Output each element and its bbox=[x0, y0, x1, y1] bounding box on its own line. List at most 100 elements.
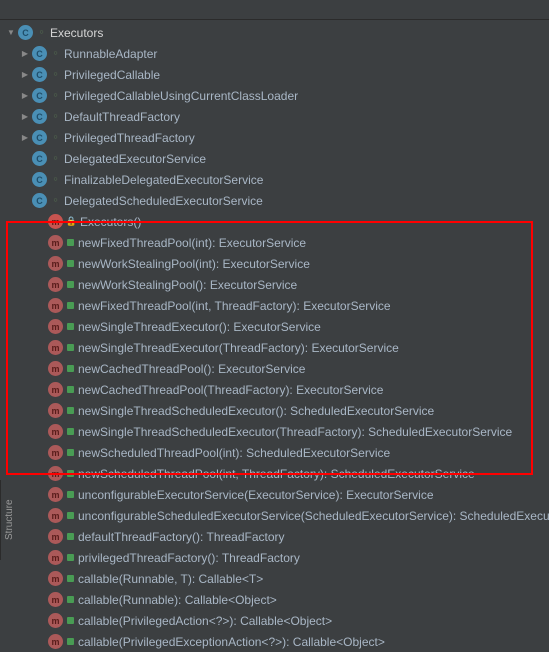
class-item[interactable]: DelegatedScheduledExecutorService bbox=[0, 190, 549, 211]
visibility-icon bbox=[51, 91, 60, 100]
method-icon bbox=[48, 214, 63, 229]
method-label: unconfigurableScheduledExecutorService(S… bbox=[78, 509, 549, 523]
public-icon bbox=[67, 323, 74, 330]
method-item[interactable]: privilegedThreadFactory(): ThreadFactory bbox=[0, 547, 549, 568]
method-icon bbox=[48, 529, 63, 544]
method-item[interactable]: newWorkStealingPool(): ExecutorService bbox=[0, 274, 549, 295]
method-label: newCachedThreadPool(): ExecutorService bbox=[78, 362, 305, 376]
method-item[interactable]: newScheduledThreadPool(int, ThreadFactor… bbox=[0, 463, 549, 484]
class-icon bbox=[32, 88, 47, 103]
visibility-icon bbox=[51, 154, 60, 163]
spacer bbox=[34, 236, 48, 250]
method-item[interactable]: newScheduledThreadPool(int): ScheduledEx… bbox=[0, 442, 549, 463]
class-icon bbox=[32, 67, 47, 82]
class-icon bbox=[32, 109, 47, 124]
class-icon bbox=[32, 130, 47, 145]
class-icon bbox=[32, 46, 47, 61]
public-icon bbox=[67, 596, 74, 603]
public-icon bbox=[67, 533, 74, 540]
public-icon bbox=[67, 428, 74, 435]
public-icon bbox=[67, 449, 74, 456]
spacer bbox=[34, 299, 48, 313]
visibility-icon bbox=[51, 133, 60, 142]
visibility-icon bbox=[51, 70, 60, 79]
visibility-icon bbox=[51, 175, 60, 184]
spacer bbox=[34, 278, 48, 292]
expand-icon[interactable] bbox=[18, 131, 32, 145]
root-label: Executors bbox=[50, 26, 103, 40]
visibility-icon bbox=[51, 49, 60, 58]
method-item[interactable]: callable(PrivilegedAction<?>): Callable<… bbox=[0, 610, 549, 631]
spacer bbox=[34, 425, 48, 439]
method-icon bbox=[48, 340, 63, 355]
expand-icon[interactable] bbox=[18, 89, 32, 103]
public-icon bbox=[67, 260, 74, 267]
class-icon bbox=[32, 151, 47, 166]
method-icon bbox=[48, 235, 63, 250]
method-item[interactable]: unconfigurableScheduledExecutorService(S… bbox=[0, 505, 549, 526]
public-icon bbox=[67, 512, 74, 519]
class-label: PrivilegedThreadFactory bbox=[64, 131, 195, 145]
class-label: DelegatedExecutorService bbox=[64, 152, 206, 166]
method-item[interactable]: newSingleThreadExecutor(ThreadFactory): … bbox=[0, 337, 549, 358]
method-icon bbox=[48, 424, 63, 439]
method-icon bbox=[48, 361, 63, 376]
method-label: newSingleThreadExecutor(): ExecutorServi… bbox=[78, 320, 321, 334]
spacer bbox=[34, 530, 48, 544]
method-item[interactable]: callable(Runnable, T): Callable<T> bbox=[0, 568, 549, 589]
method-item[interactable]: newSingleThreadExecutor(): ExecutorServi… bbox=[0, 316, 549, 337]
toolbar-icon-1[interactable] bbox=[4, 2, 20, 18]
class-label: DelegatedScheduledExecutorService bbox=[64, 194, 263, 208]
class-item[interactable]: PrivilegedCallable bbox=[0, 64, 549, 85]
method-item[interactable]: newCachedThreadPool(ThreadFactory): Exec… bbox=[0, 379, 549, 400]
method-label: newSingleThreadScheduledExecutor(): Sche… bbox=[78, 404, 434, 418]
expand-icon[interactable] bbox=[18, 110, 32, 124]
spacer bbox=[34, 383, 48, 397]
constructor-item[interactable]: Executors() bbox=[0, 211, 549, 232]
method-icon bbox=[48, 571, 63, 586]
method-icon bbox=[48, 550, 63, 565]
spacer bbox=[34, 572, 48, 586]
expand-icon[interactable] bbox=[18, 47, 32, 61]
visibility-icon bbox=[51, 112, 60, 121]
spacer bbox=[34, 341, 48, 355]
method-item[interactable]: newWorkStealingPool(int): ExecutorServic… bbox=[0, 253, 549, 274]
class-item[interactable]: DefaultThreadFactory bbox=[0, 106, 549, 127]
method-label: newCachedThreadPool(ThreadFactory): Exec… bbox=[78, 383, 383, 397]
method-label: newScheduledThreadPool(int, ThreadFactor… bbox=[78, 467, 475, 481]
method-label: callable(PrivilegedExceptionAction<?>): … bbox=[78, 635, 385, 649]
method-item[interactable]: newCachedThreadPool(): ExecutorService bbox=[0, 358, 549, 379]
class-item[interactable]: PrivilegedCallableUsingCurrentClassLoade… bbox=[0, 85, 549, 106]
spacer bbox=[34, 614, 48, 628]
public-icon bbox=[67, 575, 74, 582]
method-item[interactable]: unconfigurableExecutorService(ExecutorSe… bbox=[0, 484, 549, 505]
class-item[interactable]: RunnableAdapter bbox=[0, 43, 549, 64]
structure-side-tab[interactable]: Structure bbox=[0, 480, 18, 560]
spacer bbox=[34, 320, 48, 334]
method-item[interactable]: defaultThreadFactory(): ThreadFactory bbox=[0, 526, 549, 547]
class-item[interactable]: PrivilegedThreadFactory bbox=[0, 127, 549, 148]
method-icon bbox=[48, 466, 63, 481]
method-item[interactable]: newFixedThreadPool(int, ThreadFactory): … bbox=[0, 295, 549, 316]
expand-icon[interactable] bbox=[18, 68, 32, 82]
method-item[interactable]: newFixedThreadPool(int): ExecutorService bbox=[0, 232, 549, 253]
class-item[interactable]: FinalizableDelegatedExecutorService bbox=[0, 169, 549, 190]
class-label: RunnableAdapter bbox=[64, 47, 157, 61]
spacer bbox=[18, 194, 32, 208]
method-item[interactable]: callable(Runnable): Callable<Object> bbox=[0, 589, 549, 610]
public-icon bbox=[67, 365, 74, 372]
toolbar bbox=[0, 0, 549, 20]
method-item[interactable]: newSingleThreadScheduledExecutor(ThreadF… bbox=[0, 421, 549, 442]
public-icon bbox=[67, 281, 74, 288]
class-item[interactable]: DelegatedExecutorService bbox=[0, 148, 549, 169]
class-label: DefaultThreadFactory bbox=[64, 110, 180, 124]
method-item[interactable]: callable(PrivilegedExceptionAction<?>): … bbox=[0, 631, 549, 652]
expand-icon[interactable] bbox=[4, 26, 18, 40]
method-icon bbox=[48, 487, 63, 502]
method-item[interactable]: newSingleThreadScheduledExecutor(): Sche… bbox=[0, 400, 549, 421]
method-icon bbox=[48, 382, 63, 397]
tree-root-executors[interactable]: Executors bbox=[0, 22, 549, 43]
spacer bbox=[34, 467, 48, 481]
public-icon bbox=[67, 617, 74, 624]
constructor-label: Executors() bbox=[80, 215, 141, 229]
